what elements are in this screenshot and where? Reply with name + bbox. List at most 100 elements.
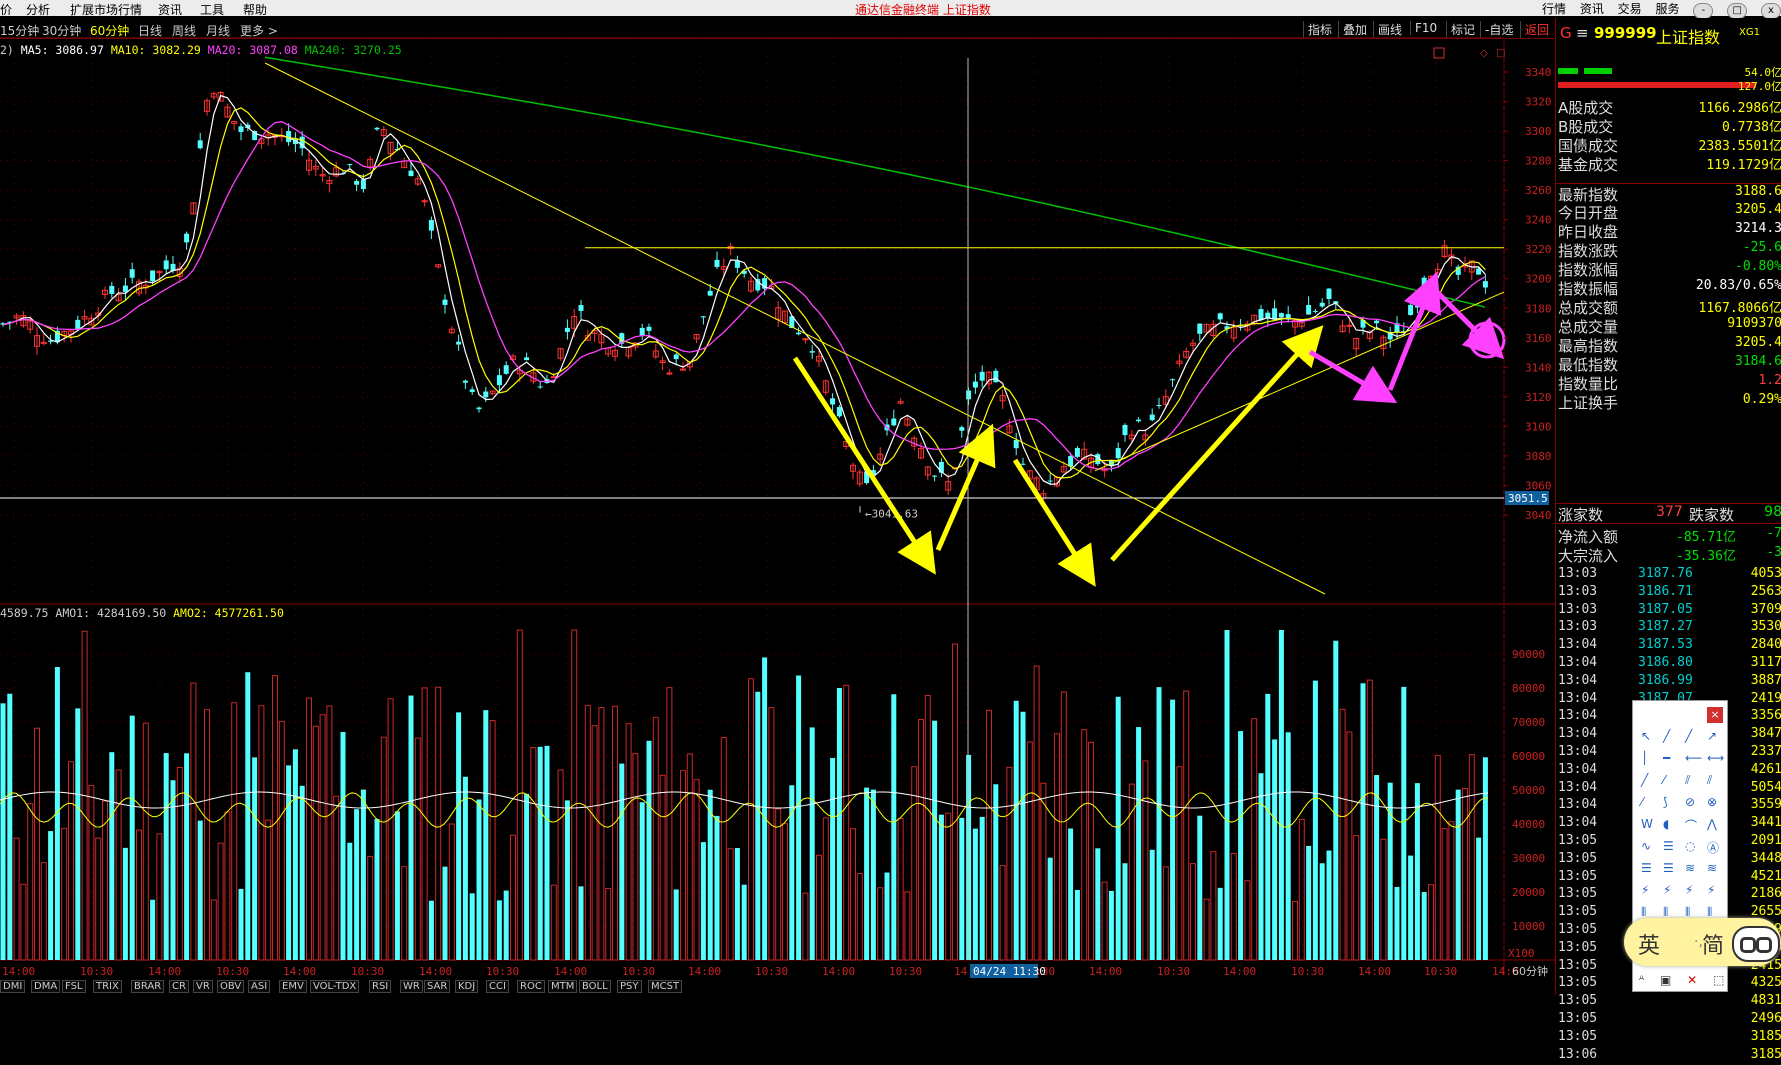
draw-tool-icon[interactable]: ∿ xyxy=(1641,839,1651,853)
draw-tool-icon[interactable]: ☰ xyxy=(1641,861,1652,875)
menu-fw[interactable]: 服务 xyxy=(1656,0,1680,17)
draw-tool-icon[interactable]: ⚡ xyxy=(1641,883,1649,897)
tick-time: 13:04 xyxy=(1558,655,1597,670)
stat-label: 昨日收盘 xyxy=(1558,221,1618,242)
volume-bar-up xyxy=(776,809,781,960)
ime-mode[interactable]: 简 xyxy=(1702,928,1724,960)
volume-bar-down xyxy=(1021,712,1026,960)
indicator-tab-cr[interactable]: CR xyxy=(169,980,189,993)
time-tick-label: 14:00 xyxy=(688,965,721,978)
draw-tool-icon[interactable]: W xyxy=(1641,817,1653,831)
draw-tool-icon[interactable]: ⚡ xyxy=(1707,883,1715,897)
volume-bar-up xyxy=(259,706,264,960)
draw-tool-icon[interactable]: ⟵ xyxy=(1685,751,1702,765)
delete-tool-icon[interactable]: ✕ xyxy=(1687,973,1697,987)
tick-volume: 4831 xyxy=(1751,993,1781,1008)
draw-tool-icon[interactable]: ⫽ xyxy=(1685,773,1690,788)
candlestick-chart[interactable]: ←3041.63◇□ 33403320330032803260324032203… xyxy=(0,0,1555,995)
indicator-tab-sar[interactable]: SAR xyxy=(424,980,450,993)
indicator-tab-mtm[interactable]: MTM xyxy=(548,980,577,993)
indicator-tab-asi[interactable]: ASI xyxy=(248,980,270,993)
palette-footer: ᴬ ▣ ✕ ⬚ xyxy=(1639,973,1724,987)
tick-row: 13:053185 xyxy=(1556,1029,1781,1047)
draw-tool-icon[interactable]: ⫽ xyxy=(1707,773,1712,788)
candle-body-down xyxy=(524,357,529,360)
draw-tool-icon[interactable]: ↗ xyxy=(1707,729,1717,743)
draw-tool-icon[interactable]: ⊗ xyxy=(1707,795,1717,809)
tick-row: 13:043186.993887 xyxy=(1556,673,1781,691)
indicator-tab-trix[interactable]: TRIX xyxy=(93,980,122,993)
indicator-tab-obv[interactable]: OBV xyxy=(217,980,244,993)
tick-volume: 3441 xyxy=(1751,815,1781,830)
candle-body-down xyxy=(477,408,482,410)
volume-bar-up xyxy=(116,770,121,960)
draw-tool-icon[interactable]: ↖ xyxy=(1641,729,1651,743)
menu-zx[interactable]: 资讯 xyxy=(1580,0,1604,17)
text-tool-icon[interactable]: ᴬ xyxy=(1639,973,1644,987)
indicator-tab-rsi[interactable]: RSI xyxy=(369,980,391,993)
tick-time: 13:03 xyxy=(1558,602,1597,617)
draw-tool-icon[interactable]: ≋ xyxy=(1685,861,1695,875)
lock-tool-icon[interactable]: ⬚ xyxy=(1713,973,1724,987)
indicator-tab-dma[interactable]: DMA xyxy=(31,980,60,993)
draw-tool-icon[interactable]: ⋀ xyxy=(1707,817,1717,831)
volume-bar-up xyxy=(415,738,420,960)
menubar-right: 行情 资讯 交易 服务 - □ x xyxy=(1532,0,1781,16)
axes: 3340332033003280326032403220320031803160… xyxy=(2,66,1552,978)
draw-tool-icon[interactable]: ☰ xyxy=(1663,861,1674,875)
time-tick-label: 14:00 xyxy=(2,965,35,978)
draw-tool-icon[interactable]: ╱ xyxy=(1641,773,1648,787)
draw-tool-icon[interactable]: │ xyxy=(1641,751,1648,765)
draw-tool-icon[interactable]: ⚡ xyxy=(1685,883,1693,897)
indicator-tab-cci[interactable]: CCI xyxy=(486,980,509,993)
ime-lang[interactable]: 英 xyxy=(1638,928,1660,960)
draw-tool-icon[interactable]: ⟷ xyxy=(1707,751,1724,765)
draw-tool-icon[interactable]: Ⓐ xyxy=(1707,839,1719,856)
draw-tool-icon[interactable]: ⁄ xyxy=(1641,795,1643,809)
volume-bar-down xyxy=(443,867,448,960)
draw-tool-icon[interactable]: ◌ xyxy=(1685,839,1695,853)
indicator-tab-fsl[interactable]: FSL xyxy=(62,980,86,993)
up-count: 377 xyxy=(1656,504,1683,520)
volume-bar-up xyxy=(137,830,142,960)
group-g[interactable]: G xyxy=(1560,24,1572,42)
volume-bar-down xyxy=(1361,683,1366,960)
indicator-tab-roc[interactable]: ROC xyxy=(517,980,545,993)
maximize-button[interactable]: □ xyxy=(1727,3,1747,19)
draw-tool-icon[interactable]: ╱ xyxy=(1685,729,1692,743)
price-tick-label: 3080 xyxy=(1525,450,1552,463)
indicator-tab-dmi[interactable]: DMI xyxy=(0,980,25,993)
indicator-tab-brar[interactable]: BRAR xyxy=(131,980,164,993)
draw-tool-icon[interactable]: ━ xyxy=(1663,751,1670,765)
draw-tool-icon[interactable]: ╱ xyxy=(1663,729,1670,743)
indicator-tab-vr[interactable]: VR xyxy=(193,980,213,993)
menu-icon[interactable]: ≡ xyxy=(1576,24,1589,42)
draw-tool-icon[interactable]: ◖ xyxy=(1663,817,1669,831)
menu-jy[interactable]: 交易 xyxy=(1618,0,1642,17)
indicator-tab-vol-tdx[interactable]: VOL-TDX xyxy=(310,980,359,993)
volume-bar-down xyxy=(674,889,679,960)
indicator-tab-boll[interactable]: BOLL xyxy=(579,980,611,993)
close-button[interactable]: x xyxy=(1761,3,1781,19)
square-tool-icon[interactable]: ▣ xyxy=(1660,973,1671,987)
draw-tool-icon[interactable]: ⊘ xyxy=(1685,795,1695,809)
draw-tool-icon[interactable]: ≋ xyxy=(1707,861,1717,875)
stat-row: 最高指数3205.4 xyxy=(1556,335,1781,354)
draw-tool-icon[interactable]: ⁄ xyxy=(1663,773,1665,787)
indicator-tab-kdj[interactable]: KDJ xyxy=(455,980,478,993)
indicator-tab-mcst[interactable]: MCST xyxy=(648,980,682,993)
indicator-tab-psy[interactable]: PSY xyxy=(617,980,642,993)
volume-tick-label: 50000 xyxy=(1512,784,1545,797)
volume-bar-down xyxy=(1265,694,1270,960)
draw-tool-icon[interactable]: ☰ xyxy=(1663,839,1674,853)
draw-tool-icon[interactable]: ⌒ xyxy=(1685,817,1697,834)
candle-body-down xyxy=(1259,309,1264,320)
indicator-tab-wr[interactable]: WR xyxy=(400,980,423,993)
indicator-tab-emv[interactable]: EMV xyxy=(279,980,307,993)
minimize-button[interactable]: - xyxy=(1693,3,1713,19)
ime-toolbar[interactable]: 英 ·, 简 xyxy=(1624,918,1781,966)
draw-tool-icon[interactable]: ⟆ xyxy=(1663,795,1668,809)
close-icon[interactable]: × xyxy=(1707,707,1723,723)
volume-bar-up xyxy=(1082,730,1087,960)
draw-tool-icon[interactable]: ⚡ xyxy=(1663,883,1671,897)
